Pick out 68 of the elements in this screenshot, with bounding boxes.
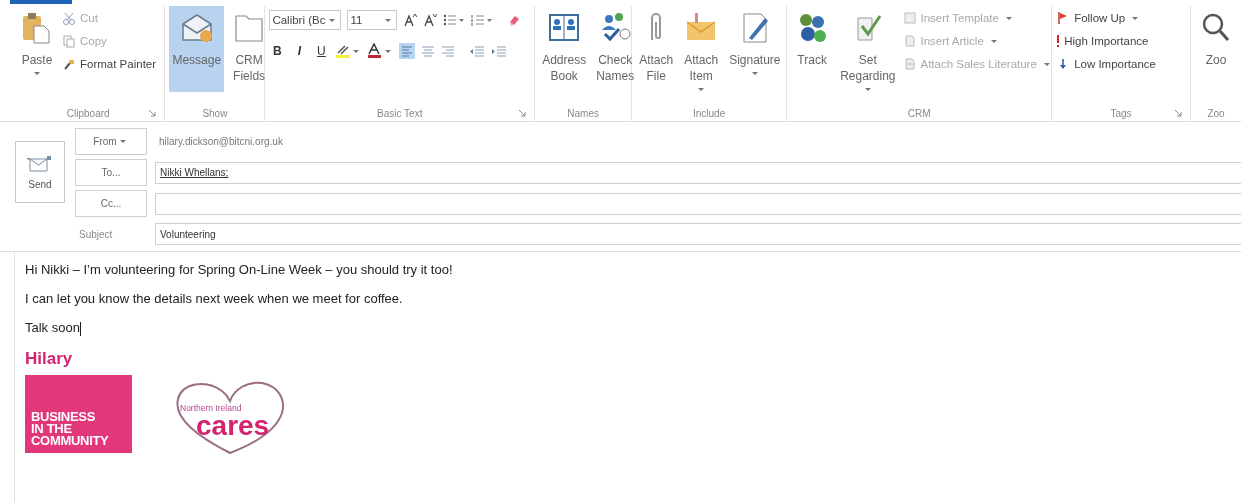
align-right-icon (441, 44, 456, 58)
ribbon-button[interactable]: Zoo (1195, 6, 1237, 92)
exclamation-icon (1056, 34, 1061, 48)
eraser-icon (507, 13, 522, 27)
font-color-icon (367, 43, 394, 59)
caret-icon (328, 17, 337, 23)
font-dropdown[interactable]: Calibri (Bc (269, 10, 342, 30)
ribbon-button[interactable]: Address Book (539, 6, 590, 92)
logo: BUSINESS IN THE COMMUNITY (25, 375, 132, 453)
caret-icon (118, 139, 127, 144)
ribbon-button[interactable]: Format Painter (62, 55, 157, 73)
body-text: I can let you know the details next week when we meet for coffee. (25, 291, 404, 307)
group-label: Basic Text (377, 107, 423, 119)
group-label: Names (567, 107, 599, 119)
document-icon (902, 57, 917, 71)
text-cursor (79, 321, 81, 336)
shrink-font-icon (423, 13, 438, 27)
subject-label: Subject (78, 228, 114, 240)
font-size-dropdown[interactable]: 11 (347, 10, 398, 30)
format-button[interactable]: B (269, 42, 286, 60)
ribbon-button[interactable]: Set Regarding (837, 6, 899, 99)
send-button[interactable]: Send (15, 141, 65, 203)
from-button[interactable]: From (75, 128, 147, 155)
format-button[interactable]: U (313, 42, 330, 60)
from-address: hilary.dickson@bitcni.org.uk (158, 136, 283, 147)
ribbon-button[interactable]: Attach Item (680, 6, 723, 99)
group-label: Zoo (1207, 107, 1225, 119)
ribbon-button[interactable]: CRM Fields (228, 6, 271, 92)
scissors-icon (62, 11, 76, 25)
highlighter-icon (335, 43, 362, 59)
group-label: Show (202, 107, 228, 119)
bullet-list-icon (443, 13, 466, 27)
group-label: Include (693, 107, 726, 119)
ribbon-button[interactable]: Signature (726, 6, 784, 92)
grow-font-icon (403, 13, 418, 27)
cc-button[interactable]: Cc... (75, 190, 147, 217)
align-left-icon (399, 43, 416, 59)
ribbon-button[interactable]: Message (169, 6, 225, 92)
caret-icon (384, 17, 393, 23)
format-button[interactable]: I (291, 42, 308, 60)
to-button[interactable]: To... (75, 159, 147, 186)
numbered-list-icon (471, 13, 494, 27)
active-tab-indicator (10, 0, 72, 4)
document-icon (902, 34, 917, 48)
ribbon-button[interactable]: Track (791, 6, 834, 92)
ribbon-button[interactable]: Check Names (593, 6, 638, 92)
increase-indent-icon (491, 44, 508, 58)
group-label: Clipboard (66, 107, 110, 119)
body-text: Hi Nikki – I’m volunteering for Spring On-Line Week – you should try it too! (25, 262, 454, 278)
ribbon-button[interactable]: Attach File (636, 6, 677, 92)
subject-field[interactable]: Volunteering (155, 223, 1241, 245)
cc-field[interactable] (155, 192, 1241, 215)
signature-name: Hilary (25, 349, 74, 369)
group-label: CRM (907, 107, 931, 119)
brush-icon (62, 57, 76, 71)
decrease-indent-icon (469, 44, 486, 58)
ribbon-button[interactable]: High Importance (1056, 32, 1156, 50)
logo: Northern Ireland cares (170, 377, 290, 457)
template-icon (902, 11, 917, 25)
ribbon-button[interactable]: Low Importance (1056, 55, 1156, 73)
to-field[interactable]: Nikki Whellans; (155, 161, 1241, 184)
envelope-icon (27, 154, 53, 173)
body-text: Talk soon (25, 320, 82, 336)
group-label: Tags (1110, 107, 1132, 119)
ribbon-button[interactable]: Paste (16, 6, 58, 92)
copy-icon (62, 34, 76, 48)
align-center-icon (421, 44, 436, 58)
ribbon-button[interactable]: Follow Up (1056, 9, 1156, 27)
